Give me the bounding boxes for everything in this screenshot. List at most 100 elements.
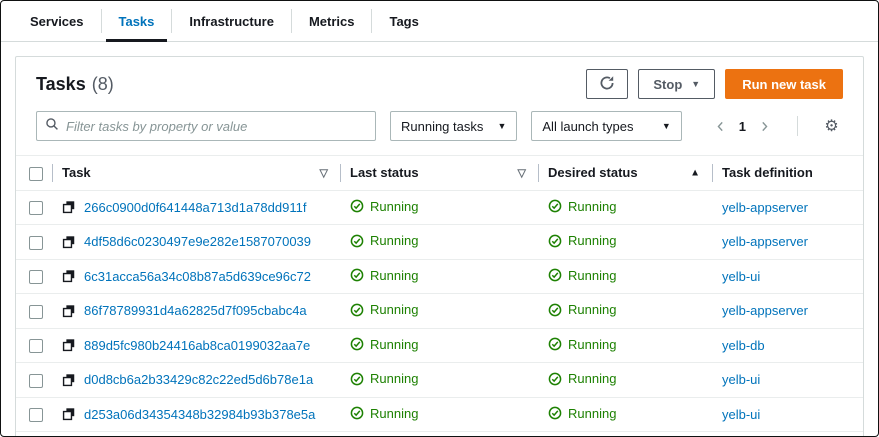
- row-select-cell: [16, 258, 52, 294]
- column-header-task-definition: Task definition: [712, 155, 863, 191]
- copy-task-id-icon[interactable]: [62, 200, 76, 214]
- status-badge: Running: [548, 337, 616, 352]
- row-checkbox[interactable]: [29, 408, 43, 423]
- row-checkbox[interactable]: [29, 304, 43, 319]
- task-definition-link[interactable]: yelb-ui: [722, 407, 760, 422]
- task-definition-link[interactable]: yelb-appserver: [722, 234, 808, 249]
- table-row: 6c31acca56a34c08b87a5d639ce96c72 Running R…: [16, 258, 863, 294]
- launch-type-filter-value: All launch types: [542, 118, 634, 134]
- copy-task-id-icon[interactable]: [62, 407, 76, 421]
- status-badge: Running: [350, 199, 418, 214]
- run-new-task-button[interactable]: Run new task: [725, 69, 843, 99]
- launch-type-filter-dropdown[interactable]: All launch types ▼: [531, 111, 682, 141]
- desired-status-cell: Running: [538, 396, 712, 432]
- row-checkbox[interactable]: [29, 235, 43, 250]
- copy-icon: [62, 304, 76, 318]
- row-checkbox[interactable]: [29, 270, 43, 285]
- filter-tasks-input[interactable]: [66, 118, 367, 134]
- refresh-icon: [599, 75, 615, 94]
- last-status-cell: Running: [340, 258, 538, 294]
- copy-task-id-icon[interactable]: [62, 338, 76, 352]
- sort-icon[interactable]: ▽: [320, 166, 328, 179]
- last-status-cell: Running: [340, 190, 538, 225]
- tab-tags[interactable]: Tags: [372, 1, 435, 41]
- task-definition-link[interactable]: yelb-appserver: [722, 200, 808, 215]
- toolbar: Stop ▼ Run new task: [586, 69, 843, 99]
- task-id-cell: 4df58d6c0230497e9e282e1587070039: [52, 224, 340, 260]
- sort-icon[interactable]: ▽: [518, 166, 526, 179]
- copy-task-id-icon[interactable]: [62, 269, 76, 283]
- status-badge: Running: [350, 406, 418, 421]
- panel-title-group: Tasks (8): [36, 74, 114, 95]
- select-all-checkbox[interactable]: [29, 166, 43, 181]
- table-row: d0d8cb6a2b33429c82c22ed5d6b78e1a Running R…: [16, 362, 863, 398]
- task-id-wrap: 889d5fc980b24416ab8ca0199032aa7e: [62, 338, 330, 353]
- row-select-cell: [16, 224, 52, 260]
- stop-button[interactable]: Stop ▼: [638, 69, 716, 99]
- next-page-button[interactable]: [753, 114, 775, 138]
- copy-task-id-icon[interactable]: [62, 304, 76, 318]
- last-status-cell: Running: [340, 431, 538, 436]
- tab-tasks[interactable]: Tasks: [102, 1, 172, 42]
- running-check-icon: [350, 303, 364, 317]
- task-id-link[interactable]: 6c31acca56a34c08b87a5d639ce96c72: [84, 269, 311, 284]
- tab-services[interactable]: Services: [13, 1, 101, 41]
- task-definition-link[interactable]: yelb-ui: [722, 372, 760, 387]
- task-id-wrap: 6c31acca56a34c08b87a5d639ce96c72: [62, 269, 330, 284]
- tab-infrastructure[interactable]: Infrastructure: [172, 1, 291, 41]
- task-id-link[interactable]: 86f78789931d4a62825d7f095cbabc4a: [84, 303, 307, 318]
- running-check-icon: [350, 199, 364, 213]
- copy-task-id-icon[interactable]: [62, 235, 76, 249]
- row-checkbox[interactable]: [29, 373, 43, 388]
- copy-icon: [62, 338, 76, 352]
- current-page-number[interactable]: 1: [732, 119, 753, 134]
- select-all-header[interactable]: [16, 155, 52, 191]
- pagination: 1: [710, 114, 775, 138]
- running-check-icon: [350, 268, 364, 282]
- status-badge: Running: [548, 199, 616, 214]
- column-header-task[interactable]: Task ▽: [52, 155, 340, 191]
- copy-task-id-icon[interactable]: [62, 373, 76, 387]
- running-check-icon: [548, 199, 562, 213]
- search-icon: [45, 117, 59, 136]
- sort-ascending-icon[interactable]: ▲: [690, 167, 700, 178]
- refresh-button[interactable]: [586, 69, 629, 99]
- task-id-wrap: 4df58d6c0230497e9e282e1587070039: [62, 234, 330, 249]
- status-filter-dropdown[interactable]: Running tasks ▼: [389, 111, 518, 141]
- status-label: Running: [370, 267, 419, 283]
- row-checkbox[interactable]: [29, 339, 43, 354]
- desired-status-cell: Running: [538, 431, 712, 436]
- task-definition-link[interactable]: yelb-appserver: [722, 303, 808, 318]
- filter-search-box[interactable]: [36, 111, 376, 141]
- table-body: 266c0900d0f641448a713d1a78dd911f Running R…: [16, 190, 863, 436]
- status-label: Running: [568, 371, 617, 387]
- task-id-cell: d253a06d34354348b32984b93b378e5a: [52, 396, 340, 432]
- last-status-cell: Running: [340, 362, 538, 398]
- task-id-cell: 266c0900d0f641448a713d1a78dd911f: [52, 190, 340, 225]
- task-id-cell: e4f7ac761cf1436e843fe8bf374dc668: [52, 431, 340, 436]
- status-badge: Running: [548, 371, 616, 386]
- stop-button-label: Stop: [653, 76, 683, 92]
- column-header-desired-status[interactable]: Desired status ▲: [538, 155, 712, 191]
- column-label: Task: [62, 165, 91, 181]
- pagination-divider: [797, 116, 798, 136]
- task-definition-link[interactable]: yelb-ui: [722, 269, 760, 284]
- task-id-link[interactable]: 4df58d6c0230497e9e282e1587070039: [84, 234, 311, 249]
- chevron-down-icon: ▼: [691, 78, 701, 89]
- task-definition-cell: yelb-db: [712, 327, 863, 363]
- task-id-link[interactable]: 889d5fc980b24416ab8ca0199032aa7e: [84, 338, 310, 353]
- column-header-last-status[interactable]: Last status ▽: [340, 155, 538, 191]
- status-label: Running: [568, 336, 617, 352]
- previous-page-button[interactable]: [710, 114, 732, 138]
- status-label: Running: [370, 198, 419, 214]
- table-row: d253a06d34354348b32984b93b378e5a Running R…: [16, 396, 863, 432]
- task-id-link[interactable]: 266c0900d0f641448a713d1a78dd911f: [84, 200, 306, 215]
- settings-gear-icon[interactable]: ⚙: [820, 114, 843, 138]
- tab-metrics[interactable]: Metrics: [292, 1, 372, 41]
- task-definition-link[interactable]: yelb-db: [722, 338, 765, 353]
- row-checkbox[interactable]: [29, 201, 43, 216]
- task-id-link[interactable]: d253a06d34354348b32984b93b378e5a: [84, 407, 315, 422]
- status-badge: Running: [350, 302, 418, 317]
- task-id-link[interactable]: d0d8cb6a2b33429c82c22ed5d6b78e1a: [84, 372, 313, 387]
- running-check-icon: [350, 234, 364, 248]
